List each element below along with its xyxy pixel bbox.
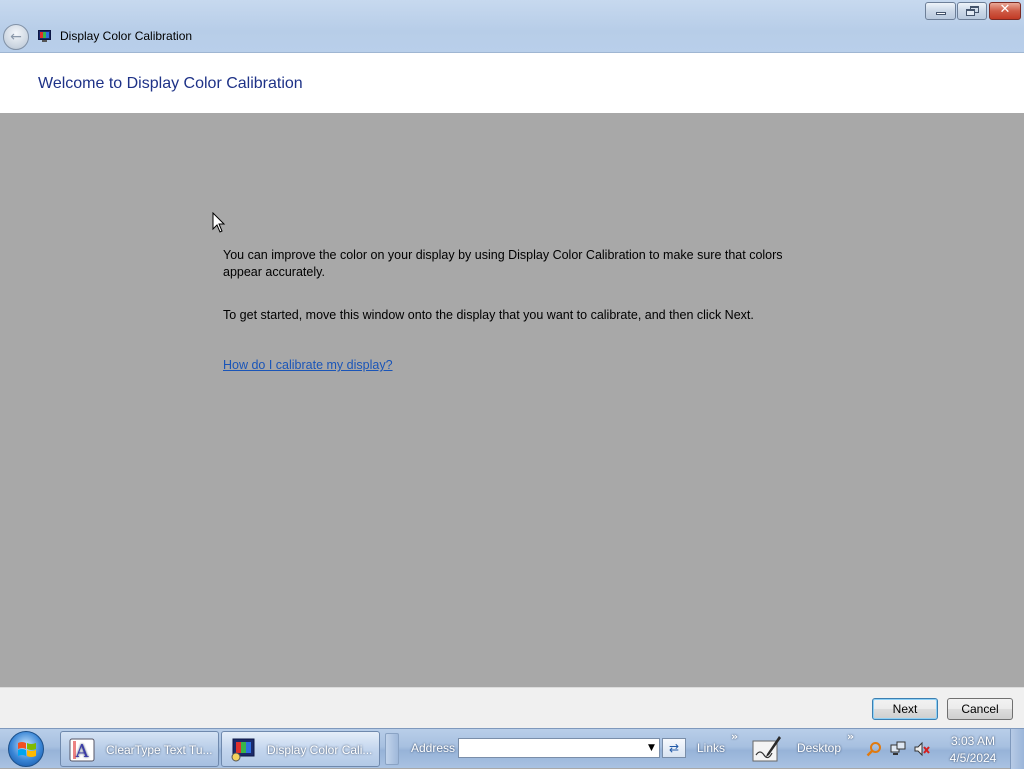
search-icon[interactable] <box>866 741 882 757</box>
start-button[interactable] <box>8 731 44 767</box>
cleartype-icon: A <box>69 738 95 762</box>
chevron-down-icon[interactable]: ▼ <box>644 739 659 757</box>
page-title: Welcome to Display Color Calibration <box>38 75 303 92</box>
back-button[interactable]: ← <box>3 24 29 50</box>
back-arrow-icon: ← <box>10 29 22 45</box>
display-calibration-icon <box>231 738 255 762</box>
page-header: Welcome to Display Color Calibration <box>0 53 1024 113</box>
minimize-button[interactable] <box>925 2 956 20</box>
title-bar[interactable]: ← Display Color Calibration ✕ <box>0 0 1024 53</box>
signature-pen-icon[interactable] <box>752 735 782 763</box>
links-chevron-icon[interactable]: » <box>731 730 738 743</box>
show-desktop-button[interactable] <box>1010 729 1024 769</box>
network-icon[interactable] <box>890 741 906 757</box>
desktop-toolbar-label[interactable]: Desktop <box>797 741 841 755</box>
taskbar-item-label: ClearType Text Tu... <box>106 743 213 757</box>
close-button[interactable]: ✕ <box>989 2 1021 20</box>
clock-date[interactable]: 4/5/2024 <box>946 751 1000 765</box>
cancel-button[interactable]: Cancel <box>947 698 1013 720</box>
volume-muted-icon[interactable] <box>914 741 930 757</box>
next-button[interactable]: Next <box>872 698 938 720</box>
minimize-icon <box>936 12 946 15</box>
address-input[interactable] <box>458 738 660 758</box>
taskbar-item-display-calibration[interactable]: Display Color Cali... <box>221 731 380 767</box>
go-button[interactable]: ⇄ <box>662 738 686 758</box>
toolbar-grip[interactable] <box>385 733 399 765</box>
restore-button[interactable] <box>957 2 987 20</box>
display-calibration-icon <box>38 30 51 42</box>
links-toolbar-label[interactable]: Links <box>697 741 725 755</box>
svg-text:A: A <box>75 741 90 762</box>
mouse-cursor-icon <box>212 212 226 233</box>
content-area: You can improve the color on your displa… <box>0 113 1024 687</box>
intro-paragraph: You can improve the color on your displa… <box>223 248 783 279</box>
instructions-paragraph: To get started, move this window onto th… <box>223 308 754 322</box>
dialog-footer: Next Cancel <box>0 687 1024 728</box>
taskbar-item-cleartype[interactable]: A ClearType Text Tu... <box>60 731 219 767</box>
taskbar-item-label: Display Color Cali... <box>267 743 373 757</box>
address-label: Address <box>411 741 456 755</box>
restore-icon-front <box>966 9 975 16</box>
go-arrows-icon: ⇄ <box>668 741 680 755</box>
taskbar: A ClearType Text Tu... Display Color Cal… <box>0 728 1024 769</box>
clock-time[interactable]: 3:03 AM <box>946 734 1000 748</box>
windows-logo-icon <box>18 742 36 757</box>
desktop-chevron-icon[interactable]: » <box>847 730 854 743</box>
calibration-window: ← Display Color Calibration ✕ Welcome to… <box>0 0 1024 728</box>
window-title: Display Color Calibration <box>60 29 193 43</box>
close-icon: ✕ <box>999 2 1011 17</box>
help-link[interactable]: How do I calibrate my display? <box>223 358 393 372</box>
